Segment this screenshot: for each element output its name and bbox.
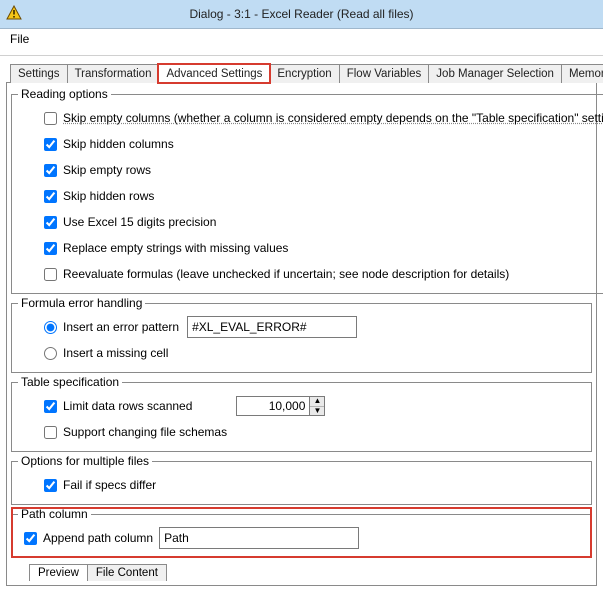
tab-memory-policy[interactable]: Memory Policy [561,64,603,83]
group-table-spec: Table specification Limit data rows scan… [11,375,592,452]
app-warning-icon [6,5,22,21]
menu-file[interactable]: File [4,31,35,47]
tab-flow-variables[interactable]: Flow Variables [339,64,430,83]
label-insert-missing-cell: Insert a missing cell [63,346,168,360]
radio-insert-error-pattern[interactable] [44,321,57,334]
preview-tab-strip: Preview File Content [29,564,592,581]
label-skip-empty-columns: Skip empty columns (whether a column is … [63,111,603,125]
label-limit-rows: Limit data rows scanned [63,399,192,413]
spinner-limit-rows[interactable]: ▲ ▼ [236,396,325,416]
label-support-changing: Support changing file schemas [63,425,227,439]
label-reevaluate: Reevaluate formulas (leave unchecked if … [63,267,509,281]
group-path-column: Path column Append path column [11,507,592,558]
row-skip-hidden-columns: Skip hidden columns [18,131,603,157]
legend-multiple-files: Options for multiple files [18,454,152,468]
checkbox-skip-hidden-columns[interactable] [44,138,57,151]
group-multiple-files: Options for multiple files Fail if specs… [11,454,592,505]
input-error-pattern[interactable] [187,316,357,338]
checkbox-reevaluate[interactable] [44,268,57,281]
legend-path-column: Path column [18,507,91,521]
tab-encryption[interactable]: Encryption [269,64,339,83]
row-support-changing: Support changing file schemas [18,419,585,445]
input-limit-rows-value[interactable] [237,397,309,415]
group-reading-options: Reading options Skip empty columns (whet… [11,87,603,294]
checkbox-support-changing[interactable] [44,426,57,439]
preview-tab-file-content[interactable]: File Content [87,564,167,581]
label-skip-hidden-rows: Skip hidden rows [63,189,154,203]
content-area: Settings Transformation Advanced Setting… [0,56,603,586]
checkbox-fail-if-differ[interactable] [44,479,57,492]
label-replace-empty: Replace empty strings with missing value… [63,241,288,255]
checkbox-append-path[interactable] [24,532,37,545]
checkbox-skip-hidden-rows[interactable] [44,190,57,203]
row-limit-rows: Limit data rows scanned ▲ ▼ [18,393,585,419]
label-append-path: Append path column [43,531,153,545]
row-insert-missing-cell: Insert a missing cell [18,340,585,366]
label-excel-15-digits: Use Excel 15 digits precision [63,215,216,229]
tab-panel: Reading options Skip empty columns (whet… [6,82,597,586]
row-skip-hidden-rows: Skip hidden rows [18,183,603,209]
checkbox-excel-15-digits[interactable] [44,216,57,229]
tab-transformation[interactable]: Transformation [67,64,160,83]
checkbox-limit-rows[interactable] [44,400,57,413]
radio-insert-missing-cell[interactable] [44,347,57,360]
window-title: Dialog - 3:1 - Excel Reader (Read all fi… [189,7,413,21]
preview-tab-preview[interactable]: Preview [29,564,88,581]
tab-settings[interactable]: Settings [10,64,68,83]
spinner-down-icon[interactable]: ▼ [310,407,324,416]
dialog-window: Dialog - 3:1 - Excel Reader (Read all fi… [0,0,603,593]
label-skip-empty-rows: Skip empty rows [63,163,151,177]
checkbox-skip-empty-rows[interactable] [44,164,57,177]
row-append-path: Append path column [18,525,585,551]
checkbox-replace-empty[interactable] [44,242,57,255]
legend-reading-options: Reading options [18,87,111,101]
label-insert-error-pattern: Insert an error pattern [63,320,179,334]
row-replace-empty: Replace empty strings with missing value… [18,235,603,261]
tab-advanced-settings[interactable]: Advanced Settings [158,64,270,83]
row-reevaluate: Reevaluate formulas (leave unchecked if … [18,261,603,287]
row-skip-empty-rows: Skip empty rows [18,157,603,183]
input-path-column-name[interactable] [159,527,359,549]
legend-formula-error: Formula error handling [18,296,145,310]
legend-table-spec: Table specification [18,375,122,389]
row-skip-empty-columns: Skip empty columns (whether a column is … [18,105,603,131]
label-fail-if-differ: Fail if specs differ [63,478,156,492]
menubar: File [0,29,603,56]
row-excel-15-digits: Use Excel 15 digits precision [18,209,603,235]
group-formula-error: Formula error handling Insert an error p… [11,296,592,373]
row-insert-error-pattern: Insert an error pattern [18,314,585,340]
tab-job-manager[interactable]: Job Manager Selection [428,64,562,83]
label-skip-hidden-columns: Skip hidden columns [63,137,174,151]
spinner-buttons[interactable]: ▲ ▼ [309,397,324,415]
checkbox-skip-empty-columns[interactable] [44,112,57,125]
tab-strip: Settings Transformation Advanced Setting… [10,64,597,83]
titlebar: Dialog - 3:1 - Excel Reader (Read all fi… [0,0,603,29]
row-fail-if-differ: Fail if specs differ [18,472,585,498]
